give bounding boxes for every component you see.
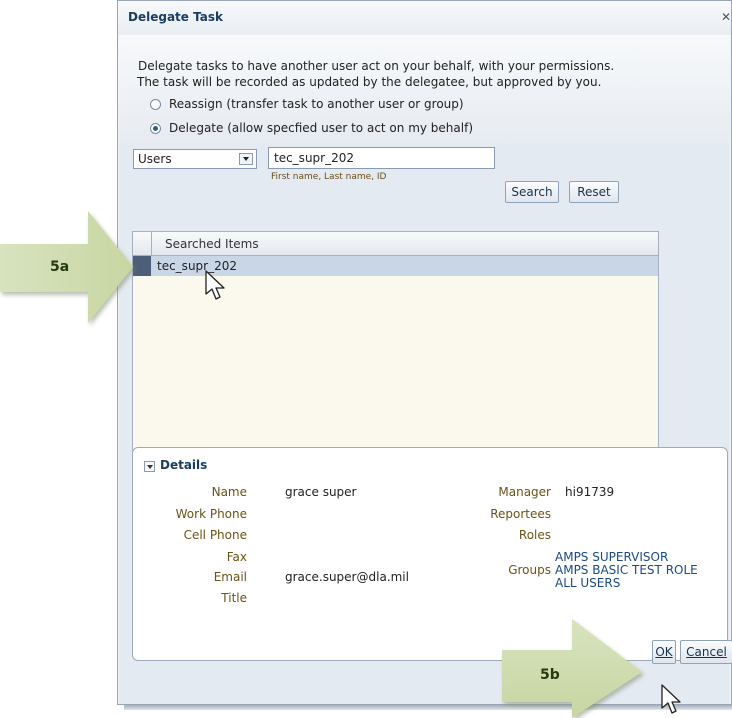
- name-value: grace super: [285, 485, 357, 499]
- dropdown-arrow-icon[interactable]: [239, 153, 253, 165]
- title-label: Title: [221, 591, 247, 605]
- close-icon[interactable]: ✕: [719, 10, 731, 24]
- search-input[interactable]: [268, 147, 495, 169]
- email-label: Email: [213, 570, 247, 584]
- results-table: Searched Items tec_supr_202: [132, 231, 659, 464]
- group-item[interactable]: ALL USERS: [555, 577, 620, 590]
- dialog-title: Delegate Task: [128, 10, 223, 24]
- intro-line-1: Delegate tasks to have another user act …: [138, 59, 615, 73]
- manager-label: Manager: [498, 485, 551, 499]
- row-header-column: [133, 232, 152, 255]
- roles-label: Roles: [518, 528, 551, 542]
- intro-line-2: The task will be recorded as updated by …: [137, 75, 602, 89]
- cancel-button[interactable]: Cancel: [680, 640, 732, 664]
- cell-phone-label: Cell Phone: [183, 528, 247, 542]
- step-5a-label: 5a: [50, 259, 70, 275]
- row-selector[interactable]: [133, 256, 151, 276]
- search-button[interactable]: Search: [505, 181, 559, 203]
- results-header: Searched Items: [133, 232, 658, 256]
- mouse-cursor-icon: [661, 684, 681, 714]
- groups-label: Groups: [508, 563, 551, 577]
- reportees-label: Reportees: [490, 507, 551, 521]
- name-label: Name: [211, 485, 247, 499]
- manager-value: hi91739: [565, 485, 615, 499]
- collapse-toggle-icon[interactable]: [144, 461, 155, 472]
- dialog-header: Delegate Task ✕: [118, 1, 731, 35]
- reassign-label: Reassign (transfer task to another user …: [169, 97, 464, 111]
- column-header-searched-items: Searched Items: [165, 237, 259, 251]
- fax-label: Fax: [226, 550, 247, 564]
- ok-button[interactable]: OK: [652, 640, 676, 664]
- delegate-radio[interactable]: [150, 122, 161, 134]
- reassign-radio[interactable]: [150, 98, 161, 110]
- mouse-cursor-icon: [205, 270, 225, 300]
- search-hint: First name, Last name, ID: [271, 172, 387, 182]
- email-value: grace.super@dla.mil: [285, 570, 409, 584]
- search-type-value: Users: [138, 152, 172, 166]
- reset-button[interactable]: Reset: [569, 181, 619, 203]
- details-panel: Details Name grace super Work Phone Cell…: [132, 447, 728, 661]
- delegate-option[interactable]: Delegate (allow specfied user to act on …: [150, 120, 473, 136]
- search-type-select[interactable]: Users: [133, 149, 257, 169]
- step-5b-label: 5b: [540, 667, 560, 683]
- dialog-shadow: [124, 705, 732, 710]
- delegate-label: Delegate (allow specfied user to act on …: [169, 121, 473, 135]
- work-phone-label: Work Phone: [175, 507, 247, 521]
- details-title[interactable]: Details: [160, 458, 207, 472]
- reassign-option[interactable]: Reassign (transfer task to another user …: [150, 96, 464, 112]
